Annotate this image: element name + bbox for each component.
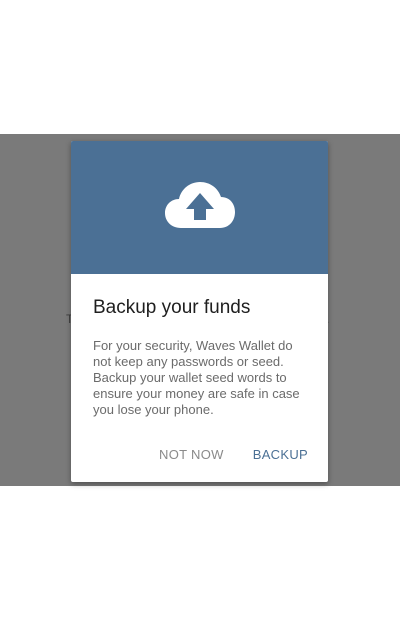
dialog-actions: NOT NOW BACKUP <box>71 442 328 466</box>
dialog-title: Backup your funds <box>93 297 251 318</box>
dialog-message: For your security, Waves Wallet do not k… <box>93 338 300 417</box>
screen: T . Backup your funds For your security,… <box>0 0 400 621</box>
backup-dialog: Backup your funds For your security, Wav… <box>71 141 328 482</box>
dialog-body: Backup your funds For your security, Wav… <box>71 274 328 418</box>
backup-button[interactable]: BACKUP <box>253 443 308 466</box>
dialog-header <box>71 141 328 274</box>
not-now-button[interactable]: NOT NOW <box>159 443 224 466</box>
cloud-upload-icon <box>163 180 237 235</box>
